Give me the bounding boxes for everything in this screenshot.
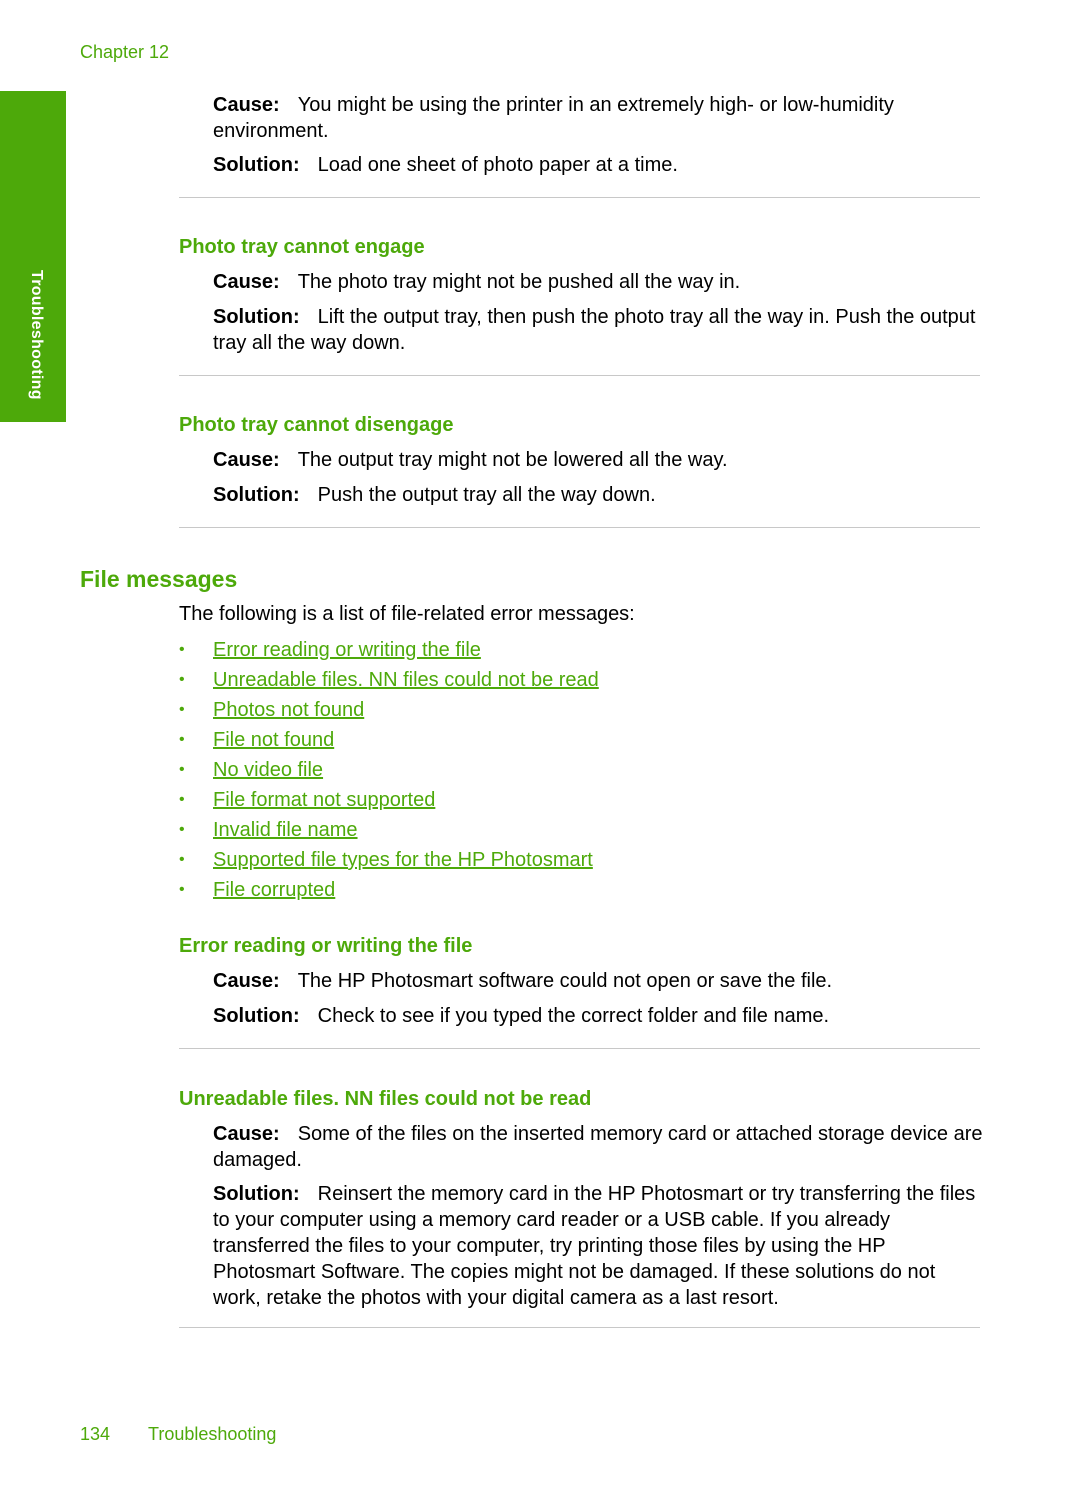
footer-section-title: Troubleshooting <box>148 1424 277 1444</box>
solution-label: Solution: <box>213 484 300 506</box>
cause-label: Cause: <box>213 271 280 293</box>
link-file-corrupted[interactable]: File corrupted <box>213 876 335 906</box>
solution-text: Load one sheet of photo paper at a time. <box>317 154 678 176</box>
cause-paragraph: Cause: You might be using the printer in … <box>213 92 983 144</box>
bullet-icon: • <box>179 671 185 688</box>
list-item: • No video file <box>179 756 599 786</box>
divider <box>179 197 980 198</box>
section-heading: Error reading or writing the file <box>179 935 473 957</box>
divider <box>179 1327 980 1328</box>
bullet-icon: • <box>179 701 185 718</box>
side-tab-label: Troubleshooting <box>28 270 45 400</box>
link-file-not-found[interactable]: File not found <box>213 726 334 756</box>
cause-paragraph: Cause: Some of the files on the inserted … <box>213 1121 983 1173</box>
solution-paragraph: Solution: Push the output tray all the wa… <box>213 482 983 508</box>
cause-paragraph: Cause: The HP Photosmart software could n… <box>213 968 983 994</box>
solution-text: Reinsert the memory card in the HP Photo… <box>213 1183 976 1309</box>
cause-label: Cause: <box>213 94 280 116</box>
bullet-icon: • <box>179 851 185 868</box>
solution-paragraph: Solution: Lift the output tray, then push… <box>213 304 983 356</box>
cause-label: Cause: <box>213 1123 280 1145</box>
section-heading: Photo tray cannot disengage <box>179 414 454 436</box>
solution-paragraph: Solution: Load one sheet of photo paper a… <box>213 152 983 178</box>
bullet-icon: • <box>179 791 185 808</box>
section-heading: Photo tray cannot engage <box>179 236 425 258</box>
link-unreadable-files[interactable]: Unreadable files. NN files could not be … <box>213 666 599 696</box>
list-item: • File corrupted <box>179 876 599 906</box>
cause-paragraph: Cause: The output tray might not be lower… <box>213 447 983 473</box>
solution-text: Push the output tray all the way down. <box>317 484 656 506</box>
list-item: • Unreadable files. NN files could not be… <box>179 666 599 696</box>
solution-label: Solution: <box>213 1005 300 1027</box>
list-item: • File not found <box>179 726 599 756</box>
link-file-format-not-supported[interactable]: File format not supported <box>213 786 435 816</box>
bullet-icon: • <box>179 881 185 898</box>
cause-paragraph: Cause: The photo tray might not be pushed… <box>213 269 983 295</box>
link-invalid-file-name[interactable]: Invalid file name <box>213 816 358 846</box>
divider <box>179 527 980 528</box>
link-error-reading-writing[interactable]: Error reading or writing the file <box>213 636 481 666</box>
cause-label: Cause: <box>213 449 280 471</box>
link-no-video-file[interactable]: No video file <box>213 756 323 786</box>
list-item: • Supported file types for the HP Photosm… <box>179 846 599 876</box>
cause-label: Cause: <box>213 970 280 992</box>
intro-text: The following is a list of file-related … <box>179 603 635 625</box>
list-item: • Invalid file name <box>179 816 599 846</box>
solution-paragraph: Solution: Reinsert the memory card in the… <box>213 1181 983 1311</box>
link-photos-not-found[interactable]: Photos not found <box>213 696 364 726</box>
cause-text: The output tray might not be lowered all… <box>297 449 728 471</box>
bullet-icon: • <box>179 731 185 748</box>
page-number: 134 <box>80 1424 111 1444</box>
bullet-icon: • <box>179 641 185 658</box>
list-item: • Photos not found <box>179 696 599 726</box>
cause-text: Some of the files on the inserted memory… <box>213 1123 983 1171</box>
list-item: • File format not supported <box>179 786 599 816</box>
cause-text: The photo tray might not be pushed all t… <box>297 271 741 293</box>
solution-text: Check to see if you typed the correct fo… <box>317 1005 830 1027</box>
solution-paragraph: Solution: Check to see if you typed the c… <box>213 1003 983 1029</box>
list-item: • Error reading or writing the file <box>179 636 599 666</box>
cause-text: You might be using the printer in an ext… <box>213 94 894 142</box>
solution-text: Lift the output tray, then push the phot… <box>213 306 976 354</box>
link-supported-file-types[interactable]: Supported file types for the HP Photosma… <box>213 846 593 876</box>
section-heading: Unreadable files. NN files could not be … <box>179 1088 592 1110</box>
solution-label: Solution: <box>213 1183 300 1205</box>
solution-label: Solution: <box>213 306 300 328</box>
divider <box>179 1048 980 1049</box>
divider <box>179 375 980 376</box>
file-messages-link-list: • Error reading or writing the file • Unre… <box>179 636 599 906</box>
file-messages-heading: File messages <box>80 566 238 592</box>
cause-text: The HP Photosmart software could not ope… <box>297 970 833 992</box>
bullet-icon: • <box>179 821 185 838</box>
bullet-icon: • <box>179 761 185 778</box>
solution-label: Solution: <box>213 154 300 176</box>
chapter-header: Chapter 12 <box>80 42 170 62</box>
